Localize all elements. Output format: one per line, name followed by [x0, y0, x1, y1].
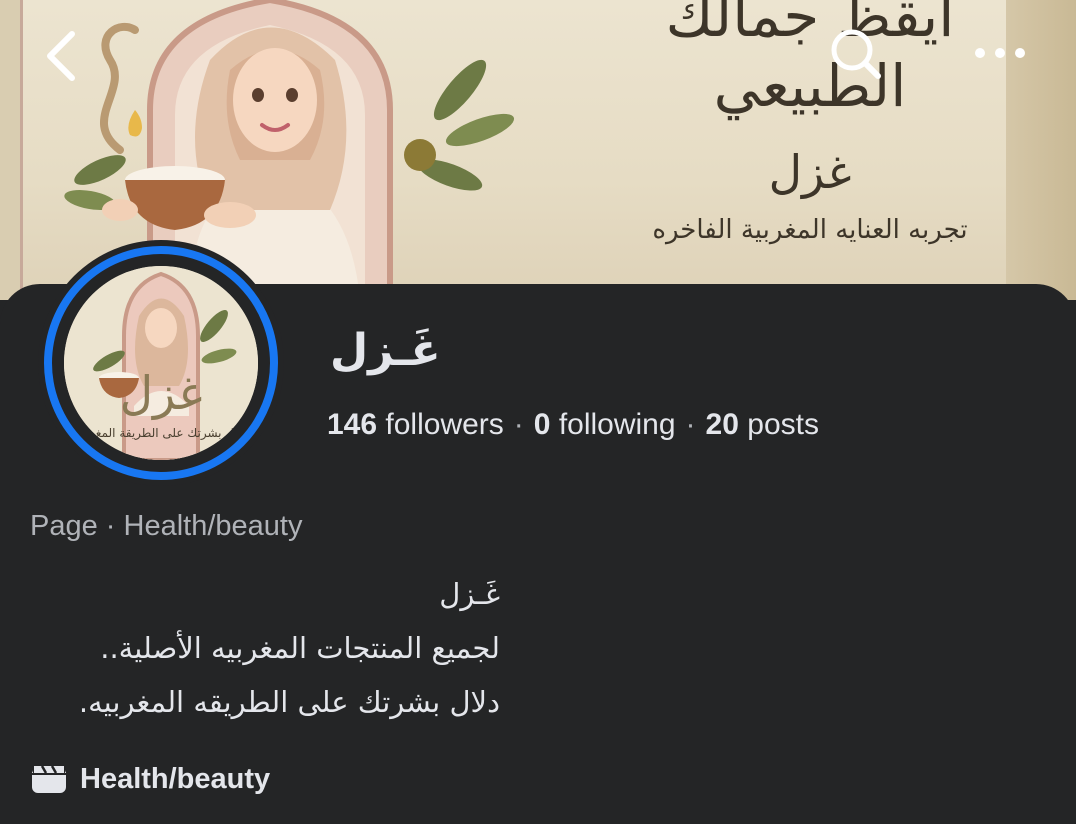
chevron-left-icon	[47, 31, 75, 81]
profile-stats: 146 followers · 0 following · 20 posts	[327, 408, 819, 442]
bio-line: دلال بشرتك على الطريقه المغربيه.	[78, 685, 500, 719]
search-button[interactable]	[826, 26, 886, 82]
bio-line: غَـزل	[439, 577, 500, 611]
following-count: 0	[533, 408, 551, 441]
avatar[interactable]: غزل دلال بشرتك على الطريقة المغربية	[44, 246, 278, 480]
clapperboard-icon	[32, 765, 66, 793]
followers-label: followers	[385, 408, 504, 441]
cover-brand: غزل	[768, 145, 852, 199]
category-info-row[interactable]: Health/beauty	[30, 757, 270, 801]
posts-link[interactable]: 20 posts	[706, 408, 819, 441]
posts-count: 20	[705, 408, 739, 441]
posts-label: posts	[747, 408, 819, 441]
avatar-tagline: دلال بشرتك على الطريقة المغربية	[75, 426, 247, 440]
following-link[interactable]: 0 following	[534, 408, 676, 441]
stats-separator: ·	[685, 408, 696, 441]
more-horizontal-icon	[975, 48, 1025, 58]
page-category-line: Page · Health/beauty	[30, 510, 303, 542]
bio: غَـزل لجميع المنتجات المغربيه الأصلية.. …	[30, 567, 500, 729]
followers-count: 146	[327, 408, 378, 441]
avatar-image: غزل دلال بشرتك على الطريقة المغربية	[64, 266, 258, 460]
page-name: غَـزل	[330, 325, 441, 376]
stats-separator: ·	[513, 408, 524, 441]
cover-border-left	[0, 0, 20, 300]
category-info-label: Health/beauty	[80, 762, 271, 795]
bio-line: لجميع المنتجات المغربيه الأصلية..	[100, 631, 500, 665]
more-options-button[interactable]	[970, 30, 1030, 76]
cover-tagline: تجربه العنايه المغربية الفاخره	[652, 215, 968, 245]
avatar-brand: غزل	[119, 366, 203, 420]
cover-heading: ايقظ جمالك الطبيعي	[665, 0, 955, 120]
search-icon	[831, 29, 881, 79]
following-label: following	[558, 408, 676, 441]
back-button[interactable]	[40, 26, 90, 86]
followers-link[interactable]: 146 followers	[327, 408, 504, 441]
